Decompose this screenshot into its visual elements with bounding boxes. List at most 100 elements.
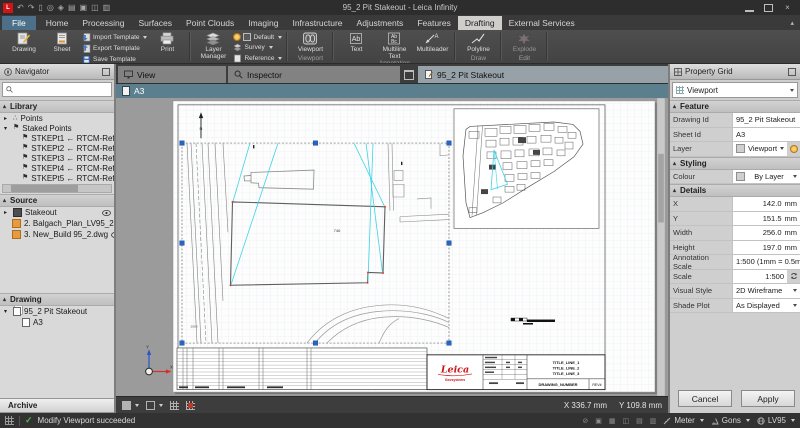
layer-dropdown[interactable]: Viewport <box>732 142 787 156</box>
print-button[interactable]: Print <box>149 31 185 53</box>
staked-point-item[interactable]: ⚑ STKEPt2 ← RTCM-Ref 0000 (07/10/ <box>0 143 114 153</box>
visual-style-dropdown[interactable]: 2D Wireframe <box>732 284 800 298</box>
maximize-button[interactable] <box>764 4 773 12</box>
drawing-button[interactable]: Drawing <box>6 31 42 53</box>
navigator-search[interactable] <box>2 82 112 97</box>
tab-file[interactable]: File <box>2 16 36 30</box>
undo-icon[interactable]: ↶ <box>17 3 24 13</box>
sheet-button[interactable]: Sheet <box>44 31 80 53</box>
staked-point-item[interactable]: ⚑ STKEPt3 ← RTCM-Ref 0000 (07/10/ <box>0 153 114 163</box>
source-item-stakeout[interactable]: ▸ Stakeout <box>0 207 114 218</box>
tab-features[interactable]: Features <box>410 16 458 30</box>
library-section-header[interactable]: ▴ Library <box>0 100 114 113</box>
navigator-pin-icon[interactable] <box>102 68 110 76</box>
print-quick-icon[interactable]: ▣ <box>80 3 88 13</box>
tab-point-clouds[interactable]: Point Clouds <box>179 16 241 30</box>
crs-dropdown[interactable]: LV95 <box>757 416 795 425</box>
tab-home[interactable]: Home <box>39 16 76 30</box>
archive-section-header[interactable]: Archive <box>0 398 114 413</box>
property-grid-pin-icon[interactable] <box>788 68 796 76</box>
staked-points-expander-icon[interactable]: ▾ <box>4 125 10 132</box>
multileader-button[interactable]: A Multileader <box>414 31 450 53</box>
survey-layer-caret-icon[interactable] <box>269 46 273 49</box>
tab-external-services[interactable]: External Services <box>502 16 582 30</box>
layer-visibility-bulb-icon[interactable] <box>790 145 798 153</box>
scrollbar-thumb[interactable] <box>11 185 78 192</box>
cancel-button[interactable]: Cancel <box>678 390 732 407</box>
source-item-dwg[interactable]: 3. New_Build 95_2.dwg <box>0 229 114 240</box>
archive-icon[interactable]: ▤ <box>68 3 76 13</box>
tab-infrastructure[interactable]: Infrastructure <box>285 16 349 30</box>
snap-toggle-button[interactable] <box>186 401 195 410</box>
export-quick-icon[interactable]: ◫ <box>91 3 99 13</box>
fill-mode-button[interactable] <box>122 401 139 410</box>
layer-bulb-cell[interactable] <box>787 142 800 156</box>
drawing-root-item[interactable]: ▾ 95_2 Pit Stakeout <box>0 306 114 317</box>
snapshot-tool-icon[interactable]: ▣ <box>595 417 602 425</box>
grid-tool-icon[interactable]: ▦ <box>609 417 616 425</box>
canvas-vertical-scrollbar[interactable] <box>657 98 665 396</box>
library-horizontal-scrollbar[interactable] <box>2 184 112 193</box>
feature-section-header[interactable]: ▴ Feature <box>670 100 800 113</box>
import-template-button[interactable]: Import Template <box>82 33 147 42</box>
layer-bulb-icon[interactable] <box>233 33 241 41</box>
pane-toggle-icon[interactable] <box>404 70 414 80</box>
save-template-button[interactable]: Save Template <box>82 55 147 64</box>
view-mode-button[interactable] <box>146 401 163 410</box>
status-grid-icon[interactable] <box>5 416 14 425</box>
x-value-field[interactable]: 142.0 mm <box>732 197 800 211</box>
styling-section-header[interactable]: ▴ Styling <box>670 157 800 170</box>
tree-item-staked-points[interactable]: ▾ ⚑ Staked Points <box>0 123 114 133</box>
visibility-eye-icon[interactable] <box>102 210 111 216</box>
staked-point-item[interactable]: ⚑ STKEPt4 ← RTCM-Ref 0000 (07/10/ <box>0 163 114 173</box>
angle-unit-dropdown[interactable]: Gons <box>711 416 750 425</box>
grid-toggle-button[interactable] <box>170 401 179 410</box>
source-item-dwg[interactable]: 2. Balgach_Plan_LV95_2.dwg <box>0 218 114 229</box>
inspect-tool-icon[interactable]: ⊘ <box>582 417 588 425</box>
y-value-field[interactable]: 151.5 mm <box>732 212 800 226</box>
shade-plot-dropdown[interactable]: As Displayed <box>732 299 800 313</box>
drawing-section-header[interactable]: ▴ Drawing <box>0 293 114 306</box>
leica-app-icon[interactable]: L <box>3 3 13 13</box>
explode-button[interactable]: Explode <box>506 31 542 53</box>
property-value[interactable]: 95_2 Pit Stakeout <box>732 113 800 127</box>
colour-dropdown[interactable]: By Layer <box>732 170 800 184</box>
distance-unit-dropdown[interactable]: Meter <box>663 416 703 425</box>
drawing-canvas[interactable]: N <box>116 98 668 396</box>
tab-document-95-2-pit-stakeout[interactable]: 95_2 Pit Stakeout <box>418 66 668 83</box>
stakeout-expander-icon[interactable]: ▸ <box>4 209 10 216</box>
height-value-field[interactable]: 197.0 mm <box>732 241 800 255</box>
export-template-button[interactable]: Export Template <box>82 44 147 53</box>
tab-surfaces[interactable]: Surfaces <box>131 16 179 30</box>
default-layer-row[interactable]: Default <box>233 33 282 41</box>
folder-tool-icon[interactable]: ▥ <box>650 417 657 425</box>
tab-processing[interactable]: Processing <box>75 16 131 30</box>
source-section-header[interactable]: ▴ Source <box>0 194 114 207</box>
property-value[interactable]: A3 <box>732 128 800 142</box>
tab-adjustments[interactable]: Adjustments <box>350 16 411 30</box>
points-expander-icon[interactable]: ▸ <box>4 115 10 122</box>
apply-button[interactable]: Apply <box>741 390 795 407</box>
delete-icon[interactable]: ▯ <box>38 3 42 13</box>
collapse-ribbon-icon[interactable]: ▴ <box>790 19 794 27</box>
tab-imaging[interactable]: Imaging <box>241 16 285 30</box>
default-layer-caret-icon[interactable] <box>278 36 282 39</box>
pane-tool-icon[interactable]: ◫ <box>622 417 629 425</box>
refresh-icon[interactable]: ◈ <box>58 3 64 13</box>
drawing-sheet-item[interactable]: A3 <box>0 317 114 328</box>
visibility-eye-icon[interactable] <box>111 232 114 238</box>
scale-value-field[interactable]: 1:500 <box>732 270 787 284</box>
annotation-scale-dropdown[interactable]: 1:500 (1mm = 0.5m) <box>732 255 800 269</box>
sheet-tab-bar[interactable]: A3 <box>116 83 668 98</box>
object-selector-dropdown[interactable]: Viewport <box>672 82 798 98</box>
settings-icon[interactable]: ◎ <box>47 3 54 13</box>
multiline-text-button[interactable]: Ab Bc Multiline Text <box>376 31 412 60</box>
tab-view[interactable]: View <box>118 66 226 83</box>
scale-sync-cell[interactable] <box>787 270 800 284</box>
viewport-button[interactable]: Viewport <box>292 31 328 53</box>
width-value-field[interactable]: 256.0 mm <box>732 226 800 240</box>
close-button[interactable]: × <box>783 4 792 12</box>
default-layer-checkbox[interactable] <box>243 33 251 41</box>
tree-item-points[interactable]: ▸ ∴ Points <box>0 113 114 123</box>
polyline-button[interactable]: Polyline <box>460 31 496 53</box>
